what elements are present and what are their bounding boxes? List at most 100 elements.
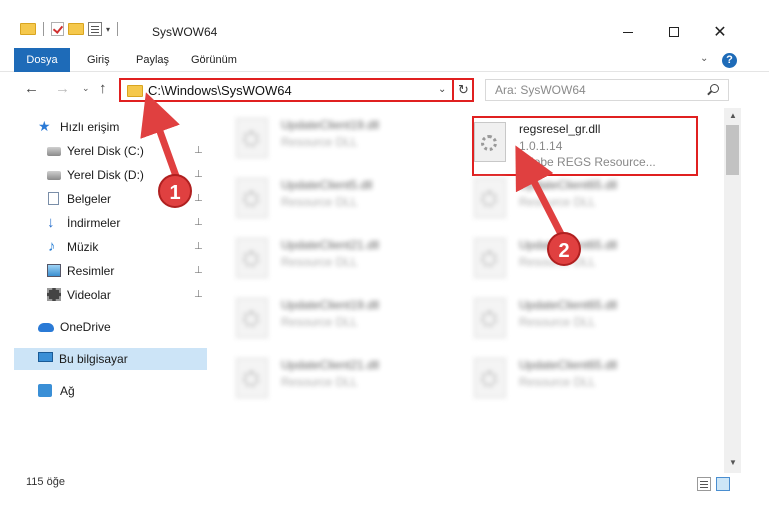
scroll-thumb[interactable] <box>726 125 739 175</box>
dll-file-icon <box>236 298 268 338</box>
sidebar-item-label: Yerel Disk (D:) <box>67 168 144 182</box>
file-tile[interactable]: UpdateClient65.dll Resource DLL <box>464 232 696 290</box>
new-folder-icon[interactable] <box>68 23 84 35</box>
gear-icon <box>243 311 259 327</box>
pin-icon[interactable]: ⊥ <box>194 169 203 180</box>
vertical-scrollbar[interactable]: ▲ ▼ <box>724 108 741 473</box>
documents-icon <box>48 192 59 205</box>
tab-view[interactable]: Görünüm <box>177 48 251 72</box>
tiles-view-icon[interactable] <box>716 477 730 491</box>
recent-locations-dropdown[interactable]: ⌄ <box>82 83 90 94</box>
file-tile[interactable]: UpdateClient5.dll Resource DLL <box>226 172 458 230</box>
pin-icon[interactable]: ⊥ <box>194 193 203 204</box>
dll-file-icon <box>236 358 268 398</box>
sidebar-item-label: İndirmeler <box>67 216 121 230</box>
gear-icon <box>243 371 259 387</box>
videos-icon <box>47 288 61 301</box>
gear-icon <box>243 251 259 267</box>
file-tile[interactable]: UpdateClient21.dll Resource DLL <box>226 232 458 290</box>
onedrive-icon <box>38 323 54 332</box>
customize-toolbar-dropdown[interactable]: ▾ <box>106 25 110 34</box>
details-view-icon[interactable] <box>697 477 711 491</box>
sidebar-item-pictures[interactable]: Resimler ⊥ <box>0 260 208 282</box>
file-tile[interactable]: UpdateClient65.dll Resource DLL <box>464 292 696 350</box>
file-name: UpdateClient5.dll <box>281 178 373 192</box>
address-bar[interactable]: C:\Windows\SysWOW64 ⌄ ↻ <box>119 78 474 102</box>
music-icon: ♪ <box>48 238 56 255</box>
file-type: Resource DLL <box>281 315 358 329</box>
maximize-button[interactable] <box>651 18 697 46</box>
gear-icon <box>481 311 497 327</box>
back-button[interactable]: ← <box>24 80 39 97</box>
file-tile[interactable]: UpdateClient19.dll Resource DLL <box>226 292 458 350</box>
folder-icon <box>20 23 36 35</box>
sidebar-item-label: Bu bilgisayar <box>59 352 128 366</box>
sidebar-item-videos[interactable]: Videolar ⊥ <box>0 284 208 306</box>
step-2-badge: 2 <box>547 232 581 266</box>
pictures-icon <box>47 264 61 277</box>
search-input[interactable]: Ara: SysWOW64 <box>495 83 586 97</box>
pin-icon[interactable]: ⊥ <box>194 289 203 300</box>
file-tile[interactable]: UpdateClient65.dll Resource DLL <box>464 352 696 410</box>
pin-icon[interactable]: ⊥ <box>194 217 203 228</box>
file-type: Resource DLL <box>281 195 358 209</box>
quick-access-toolbar: ▾ <box>20 22 121 36</box>
file-name: UpdateClient65.dll <box>519 178 618 192</box>
address-dropdown-icon[interactable]: ⌄ <box>438 84 446 95</box>
sidebar-item-onedrive[interactable]: OneDrive <box>0 316 208 338</box>
file-type: Resource DLL <box>519 375 596 389</box>
close-button[interactable]: ✕ <box>697 18 743 46</box>
navigation-pane: ★ Hızlı erişim Yerel Disk (C:) ⊥ Yerel D… <box>0 108 210 460</box>
scroll-down-icon[interactable]: ▼ <box>729 458 737 467</box>
minimize-button[interactable] <box>605 18 651 46</box>
sidebar-item-label: Hızlı erişim <box>60 120 120 134</box>
file-name: UpdateClient65.dll <box>519 298 618 312</box>
file-name: UpdateClient65.dll <box>519 358 618 372</box>
tab-file[interactable]: Dosya <box>14 48 70 72</box>
up-button[interactable]: ↑ <box>99 80 107 97</box>
navigation-bar: ← → ⌄ ↑ C:\Windows\SysWOW64 ⌄ ↻ Ara: Sys… <box>0 72 769 108</box>
sidebar-item-label: Videolar <box>67 288 111 302</box>
separator <box>43 22 44 36</box>
file-list: UpdateClient19.dll Resource DLL UpdateCl… <box>212 108 723 460</box>
close-icon: ✕ <box>713 24 727 41</box>
disk-icon <box>47 147 61 156</box>
scroll-up-icon[interactable]: ▲ <box>729 111 737 120</box>
file-tile[interactable]: UpdateClient65.dll Resource DLL <box>464 172 696 230</box>
gear-icon <box>243 131 259 147</box>
step-1-badge: 1 <box>158 174 192 208</box>
tab-home[interactable]: Giriş <box>73 48 124 72</box>
refresh-button[interactable]: ↻ <box>458 82 469 98</box>
forward-button[interactable]: → <box>55 80 70 97</box>
sidebar-item-label: Müzik <box>67 240 99 254</box>
sidebar-item-downloads[interactable]: ↓ İndirmeler ⊥ <box>0 212 208 234</box>
properties-check-icon[interactable] <box>51 22 64 36</box>
pin-icon[interactable]: ⊥ <box>194 265 203 276</box>
search-box[interactable]: Ara: SysWOW64 <box>485 79 729 101</box>
dll-file-icon <box>236 118 268 158</box>
ribbon-tabs: Dosya Giriş Paylaş Görünüm ⌄ ? <box>0 48 769 72</box>
file-tile[interactable]: UpdateClient19.dll Resource DLL <box>226 112 458 170</box>
address-divider <box>452 80 454 100</box>
sidebar-item-music[interactable]: ♪ Müzik ⊥ <box>0 236 208 258</box>
expand-ribbon-chevron-icon[interactable]: ⌄ <box>700 53 708 64</box>
file-type: Resource DLL <box>519 315 596 329</box>
file-type: Resource DLL <box>281 135 358 149</box>
status-bar: 115 öğe <box>0 473 769 495</box>
help-icon[interactable]: ? <box>722 53 737 68</box>
address-path[interactable]: C:\Windows\SysWOW64 <box>148 83 292 98</box>
pin-icon[interactable]: ⊥ <box>194 241 203 252</box>
properties-icon[interactable] <box>88 22 102 36</box>
sidebar-item-local-disk-c[interactable]: Yerel Disk (C:) ⊥ <box>0 140 208 162</box>
sidebar-item-label: Resimler <box>67 264 115 278</box>
pin-icon[interactable]: ⊥ <box>194 145 203 156</box>
sidebar-item-this-pc[interactable]: Bu bilgisayar <box>14 348 207 370</box>
sidebar-item-network[interactable]: Ağ <box>0 380 208 402</box>
maximize-icon <box>669 27 679 37</box>
file-tile[interactable]: UpdateClient21.dll Resource DLL <box>226 352 458 410</box>
sidebar-item-quick-access[interactable]: ★ Hızlı erişim <box>0 116 208 138</box>
search-icon[interactable] <box>710 84 719 93</box>
tab-share[interactable]: Paylaş <box>122 48 183 72</box>
network-icon <box>38 384 52 397</box>
sidebar-item-label: OneDrive <box>60 320 111 334</box>
